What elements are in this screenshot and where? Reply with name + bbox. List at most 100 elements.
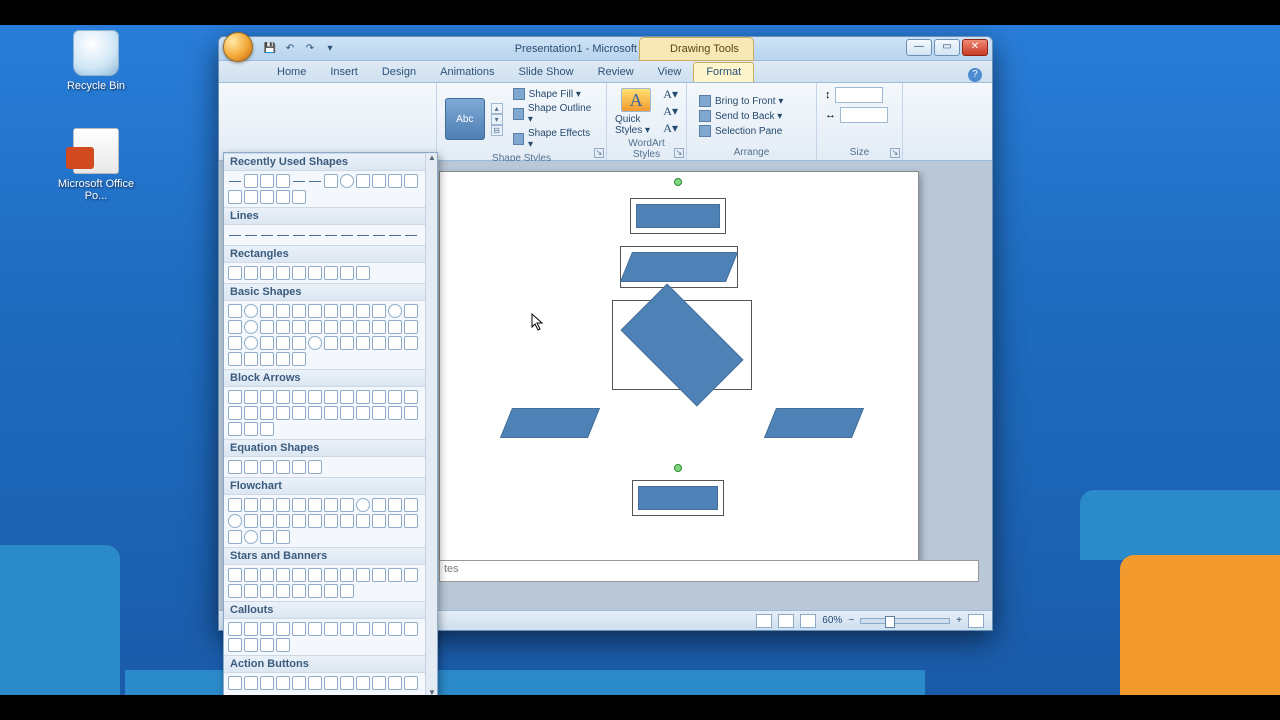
desktop-icon-powerpoint[interactable]: Microsoft Office Po... [56, 128, 136, 202]
shape-item[interactable] [228, 266, 242, 280]
shape-item[interactable] [292, 498, 306, 512]
shape-item[interactable] [404, 622, 418, 636]
tab-insert[interactable]: Insert [318, 63, 370, 82]
shape-item[interactable] [292, 406, 306, 420]
shape-item[interactable] [356, 498, 370, 512]
shape-item[interactable] [388, 676, 402, 690]
shape-item[interactable] [244, 422, 258, 436]
shape-item[interactable] [308, 514, 322, 528]
shape-item[interactable] [340, 406, 354, 420]
shape-process[interactable] [636, 204, 720, 228]
shape-item[interactable] [276, 228, 290, 242]
shape-item[interactable] [340, 320, 354, 334]
shape-item[interactable] [356, 228, 370, 242]
shape-item[interactable] [404, 228, 418, 242]
shape-item[interactable] [260, 498, 274, 512]
shape-item[interactable] [276, 676, 290, 690]
shape-item[interactable] [340, 336, 354, 350]
tab-review[interactable]: Review [586, 63, 646, 82]
shape-data[interactable] [764, 408, 864, 438]
shape-item[interactable] [340, 498, 354, 512]
window-close-button[interactable]: ✕ [962, 39, 988, 56]
shape-item[interactable] [292, 228, 306, 242]
shape-item[interactable] [228, 320, 242, 334]
shape-item[interactable] [260, 568, 274, 582]
shape-item[interactable] [388, 174, 402, 188]
shape-item[interactable] [244, 228, 258, 242]
shape-item[interactable] [228, 390, 242, 404]
shape-item[interactable] [372, 498, 386, 512]
shape-item[interactable] [340, 304, 354, 318]
group-icon[interactable] [793, 109, 807, 123]
zoom-slider[interactable] [860, 618, 950, 624]
shape-item[interactable] [372, 676, 386, 690]
shape-item[interactable] [260, 390, 274, 404]
shape-item[interactable] [228, 568, 242, 582]
shape-item[interactable] [244, 304, 258, 318]
shape-item[interactable] [292, 304, 306, 318]
shape-item[interactable] [228, 530, 242, 544]
shape-item[interactable] [324, 584, 338, 598]
shape-item[interactable] [292, 190, 306, 204]
titlebar[interactable]: 💾 ↶ ↷ ▾ Presentation1 - Microsoft PowerP… [219, 37, 992, 61]
dialog-launcher-icon[interactable]: ↘ [594, 148, 604, 158]
shape-item[interactable] [324, 568, 338, 582]
shape-item[interactable] [324, 390, 338, 404]
shape-item[interactable] [388, 406, 402, 420]
shape-outline-button[interactable]: Shape Outline ▾ [509, 102, 598, 126]
shape-item[interactable] [260, 336, 274, 350]
shape-item[interactable] [356, 676, 370, 690]
shape-process[interactable] [638, 486, 718, 510]
shape-item[interactable] [276, 336, 290, 350]
shape-item[interactable] [292, 676, 306, 690]
shape-item[interactable] [308, 228, 322, 242]
shape-item[interactable] [356, 568, 370, 582]
shape-item[interactable] [276, 174, 290, 188]
shape-item[interactable] [324, 498, 338, 512]
shape-item[interactable] [292, 352, 306, 366]
shape-item[interactable] [404, 676, 418, 690]
zoom-out-button[interactable]: − [848, 615, 854, 626]
shape-item[interactable] [388, 622, 402, 636]
shape-item[interactable] [340, 390, 354, 404]
help-icon[interactable]: ? [968, 68, 982, 82]
shape-item[interactable] [276, 530, 290, 544]
shape-item[interactable] [372, 514, 386, 528]
qat-save-icon[interactable]: 💾 [261, 40, 279, 58]
shape-item[interactable] [324, 228, 338, 242]
shape-item[interactable] [276, 460, 290, 474]
shape-item[interactable] [388, 390, 402, 404]
shape-item[interactable] [324, 266, 338, 280]
shape-item[interactable] [308, 676, 322, 690]
shape-item[interactable] [276, 568, 290, 582]
shape-item[interactable] [356, 622, 370, 636]
qat-more-icon[interactable]: ▾ [321, 40, 339, 58]
shape-item[interactable] [372, 568, 386, 582]
shape-item[interactable] [308, 174, 322, 188]
shape-item[interactable] [228, 498, 242, 512]
shape-item[interactable] [276, 622, 290, 636]
shape-item[interactable] [244, 320, 258, 334]
gallery-more-icon[interactable]: ⊟ [491, 125, 503, 136]
shape-item[interactable] [244, 498, 258, 512]
shape-item[interactable] [276, 498, 290, 512]
shape-height-input[interactable] [835, 87, 883, 103]
shape-item[interactable] [228, 514, 242, 528]
shape-item[interactable] [308, 622, 322, 636]
shape-item[interactable] [292, 514, 306, 528]
shape-item[interactable] [244, 174, 258, 188]
gallery-down-icon[interactable]: ▾ [491, 114, 503, 125]
shape-item[interactable] [260, 422, 274, 436]
notes-pane[interactable]: tes [439, 560, 979, 582]
shape-item[interactable] [340, 676, 354, 690]
shape-item[interactable] [324, 622, 338, 636]
shape-item[interactable] [276, 390, 290, 404]
shape-item[interactable] [292, 568, 306, 582]
shape-item[interactable] [244, 676, 258, 690]
shape-item[interactable] [228, 406, 242, 420]
qat-undo-icon[interactable]: ↶ [281, 40, 299, 58]
desktop-icon-recycle-bin[interactable]: Recycle Bin [56, 30, 136, 92]
shape-item[interactable] [324, 336, 338, 350]
shape-item[interactable] [356, 304, 370, 318]
shape-item[interactable] [372, 174, 386, 188]
